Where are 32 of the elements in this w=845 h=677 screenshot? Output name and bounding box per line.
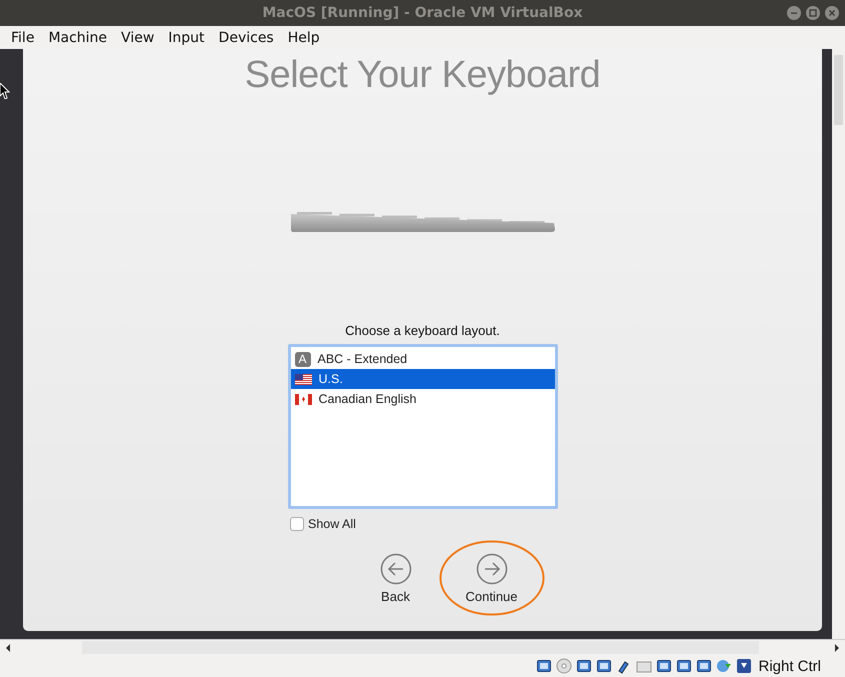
menu-item[interactable]: View [114,30,162,46]
close-icon[interactable] [825,6,839,20]
scroll-right-icon[interactable] [833,642,841,653]
checkbox-label: Show All [308,517,356,532]
layout-item[interactable]: U.S. [290,369,554,390]
keyboard-layout-icon: A [294,352,310,367]
minimize-icon[interactable] [787,6,801,20]
menu-item[interactable]: File [4,30,42,46]
layout-name: U.S. [318,372,343,386]
layout-item[interactable]: Canadian English [290,389,554,410]
vertical-scrollbar[interactable] [832,49,845,640]
back-button[interactable]: Back [364,553,428,604]
display-icon[interactable] [656,658,672,674]
show-all-checkbox[interactable] [290,517,304,532]
horizontal-scrollbar[interactable] [0,639,845,656]
menu-item[interactable]: Machine [41,30,114,46]
window-title: MacOS [Running] - Oracle VM VirtualBox [262,4,583,21]
menu-item[interactable]: Devices [212,30,281,46]
host-key-label: Right Ctrl [758,658,821,675]
page-title: Select Your Keyboard [244,54,600,98]
layout-item[interactable]: A ABC - Extended [290,349,554,370]
flag-icon [294,374,312,385]
instruction-text: Choose a keyboard layout. [345,323,500,338]
menu-item[interactable]: Input [161,30,212,46]
cursor-icon [0,83,10,100]
flag-icon [294,394,312,405]
layout-name: ABC - Extended [318,352,408,366]
layout-name: Canadian English [318,392,416,406]
menu-item[interactable]: Help [280,30,327,46]
scroll-left-icon[interactable] [4,642,12,653]
maximize-icon[interactable] [806,6,820,20]
download-icon[interactable] [736,658,752,674]
